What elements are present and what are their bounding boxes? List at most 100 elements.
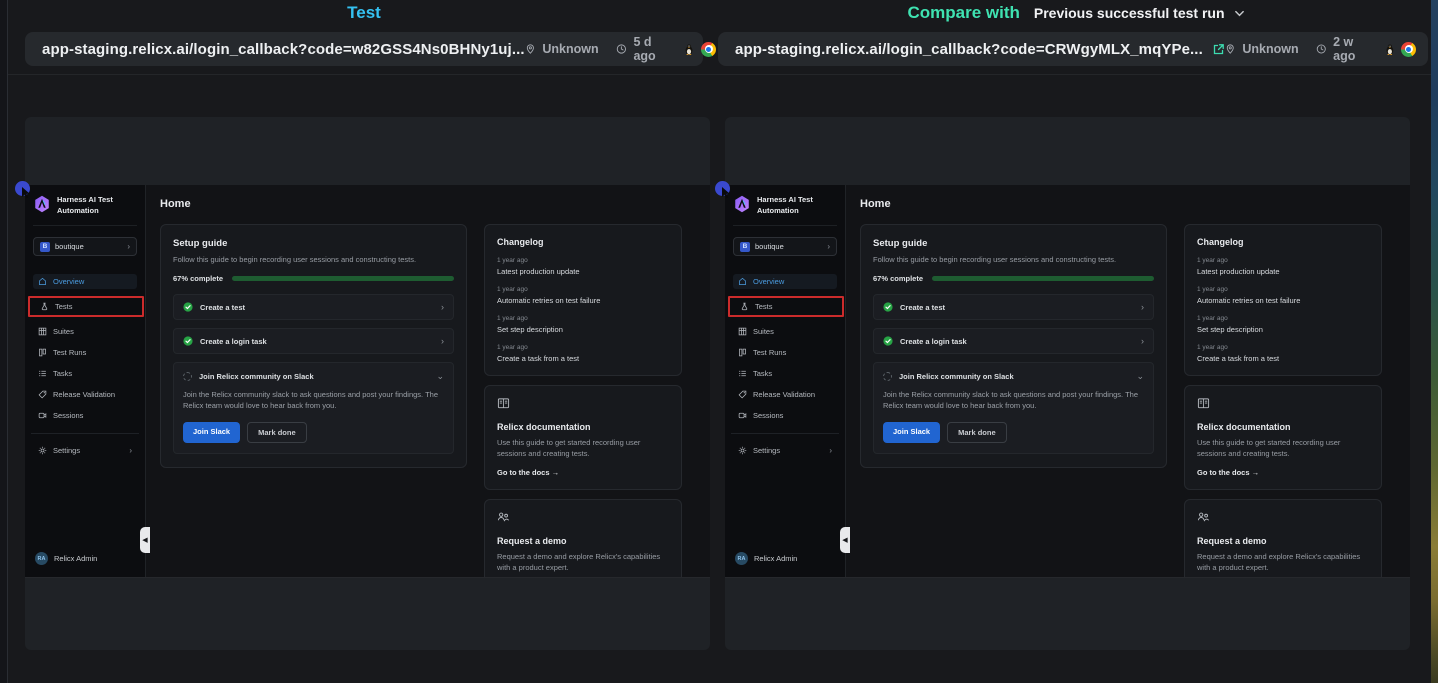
join-slack-button: Join Slack (183, 422, 240, 443)
gear-icon (38, 446, 47, 455)
chevron-down-icon: ⌄ (436, 372, 444, 381)
columns-icon (38, 348, 47, 357)
progress-bar (232, 276, 454, 281)
book-icon (497, 397, 510, 410)
book-icon (1197, 397, 1210, 410)
harness-logo-icon (33, 195, 51, 213)
incomplete-circle-icon (183, 372, 192, 381)
url-row: app-staging.relicx.ai/login_callback?cod… (8, 26, 1432, 75)
cursor-marker-icon (715, 181, 730, 196)
compare-area: Harness AI Test Automation B boutique › … (8, 75, 1432, 650)
test-location: Unknown (542, 42, 598, 56)
compare-age: 2 w ago (1333, 35, 1367, 63)
location-pin-icon (525, 42, 536, 56)
chevron-right-icon: › (441, 337, 444, 346)
chrome-icon (701, 42, 716, 57)
test-screenshot-panel[interactable]: Harness AI Test Automation B boutique › … (25, 117, 710, 650)
compare-screenshot-panel[interactable]: Harness AI Test Automation B boutique › … (725, 117, 1410, 650)
project-initial-icon: B (740, 242, 750, 252)
app-sidebar: Harness AI Test Automation B boutique › … (25, 185, 146, 577)
avatar: RA (35, 552, 48, 565)
documentation-card: Relicx documentation Use this guide to g… (484, 385, 682, 490)
setup-step-create-test: Create a test › (873, 294, 1154, 320)
tests-icon (740, 302, 749, 311)
app-main: Home Setup guide Follow this guide to be… (846, 185, 1410, 577)
linux-icon (1385, 42, 1395, 57)
sidebar-divider (731, 433, 839, 434)
documentation-card: Relicx documentation Use this guide to g… (1184, 385, 1382, 490)
sidebar-item-release-validation: Release Validation (33, 387, 137, 402)
project-initial-icon: B (40, 242, 50, 252)
page-title: Home (160, 198, 696, 210)
test-url-bar[interactable]: app-staging.relicx.ai/login_callback?cod… (25, 32, 703, 66)
check-circle-icon (183, 336, 193, 346)
progress-bar (932, 276, 1154, 281)
chevron-right-icon: › (829, 447, 832, 455)
go-to-docs-link: Go to the docs → (497, 468, 669, 477)
harness-logo-icon (733, 195, 751, 213)
chevron-right-icon: › (441, 303, 444, 312)
test-screenshot: Harness AI Test Automation B boutique › … (25, 185, 710, 578)
columns-icon (738, 348, 747, 357)
location-pin-icon (1225, 42, 1236, 56)
sidebar-item-overview: Overview (33, 274, 137, 289)
sidebar-item-overview: Overview (733, 274, 837, 289)
grid-icon (738, 327, 747, 336)
compare-url-bar[interactable]: app-staging.relicx.ai/login_callback?cod… (718, 32, 1428, 66)
app-brand: Harness AI Test Automation (733, 195, 837, 226)
linux-icon (684, 42, 694, 57)
setup-step-create-test: Create a test › (173, 294, 454, 320)
compare-screenshot: Harness AI Test Automation B boutique › … (725, 185, 1410, 578)
sidebar-item-settings: Settings › (33, 443, 137, 458)
compare-target-dropdown[interactable]: Previous successful test run (1034, 5, 1245, 21)
home-icon (738, 277, 747, 286)
check-circle-icon (883, 302, 893, 312)
join-slack-button: Join Slack (883, 422, 940, 443)
sidebar-item-settings: Settings › (733, 443, 837, 458)
request-demo-card: Request a demo Request a demo and explor… (484, 499, 682, 579)
changelog-entry: 1 year ago Automatic retries on test fai… (497, 286, 669, 305)
sidebar-collapse-handle: ◀ (840, 527, 850, 553)
list-icon (38, 369, 47, 378)
sidebar-item-tasks: Tasks (733, 366, 837, 381)
cursor-marker-icon (15, 181, 30, 196)
check-circle-icon (183, 302, 193, 312)
sidebar-item-suites: Suites (733, 324, 837, 339)
incomplete-circle-icon (883, 372, 892, 381)
external-link-icon[interactable] (1212, 43, 1225, 56)
sidebar-item-tests: Tests (728, 296, 844, 317)
app-brand: Harness AI Test Automation (33, 195, 137, 226)
chevron-down-icon (1234, 8, 1245, 19)
setup-progress: 67% complete (173, 274, 454, 283)
test-column-title: Test (347, 3, 381, 23)
compare-location: Unknown (1242, 42, 1298, 56)
changelog-entry: 1 year ago Create a task from a test (497, 344, 669, 363)
setup-guide-card: Setup guide Follow this guide to begin r… (160, 224, 467, 468)
desktop-wallpaper-sliver (1431, 0, 1438, 683)
check-circle-icon (883, 336, 893, 346)
mark-done-button: Mark done (947, 422, 1007, 443)
compare-url: app-staging.relicx.ai/login_callback?cod… (735, 41, 1203, 58)
changelog-entry: 1 year ago Create a task from a test (1197, 344, 1369, 363)
clock-icon (616, 42, 627, 56)
chevron-right-icon: › (1141, 303, 1144, 312)
tests-icon (40, 302, 49, 311)
changelog-entry: 1 year ago Automatic retries on test fai… (1197, 286, 1369, 305)
setup-guide-card: Setup guide Follow this guide to begin r… (860, 224, 1167, 468)
sidebar-item-release-validation: Release Validation (733, 387, 837, 402)
changelog-card: Changelog 1 year ago Latest production u… (1184, 224, 1382, 376)
video-icon (38, 411, 47, 420)
sidebar-item-suites: Suites (33, 324, 137, 339)
sidebar-nav: Overview Tests Suites Test Runs Tasks Re… (33, 274, 137, 423)
release-validation-icon (738, 390, 747, 399)
sidebar-item-tests: Tests (28, 296, 144, 317)
chevron-right-icon: › (129, 447, 132, 455)
request-demo-card: Request a demo Request a demo and explor… (1184, 499, 1382, 579)
chevron-right-icon: › (1141, 337, 1144, 346)
sidebar-item-sessions: Sessions (733, 408, 837, 423)
setup-progress: 67% complete (873, 274, 1154, 283)
grid-icon (38, 327, 47, 336)
release-validation-icon (38, 390, 47, 399)
setup-step-create-login-task: Create a login task › (173, 328, 454, 354)
gear-icon (738, 446, 747, 455)
